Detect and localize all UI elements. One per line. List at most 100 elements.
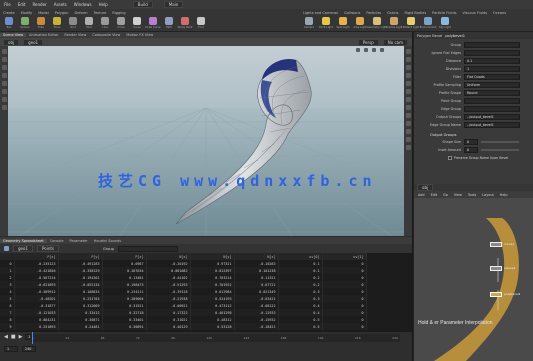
table-row[interactable]: 5 -0.48201 0.231765 0.289004 -0.21938 0.52419… [0,295,367,302]
column-header[interactable]: N[y] [190,253,235,260]
shelf-tab-lights-and-cameras[interactable]: Lights and Cameras [300,11,341,15]
menu-windows[interactable]: Windows [74,2,92,7]
param-field[interactable] [464,98,520,104]
pane-tab-console[interactable]: Console [47,239,67,243]
table-row[interactable]: 4 -0.589912 0.108834 0.234111 -0.39128 0.6129… [0,288,367,295]
pane-tab-animation-editor[interactable]: Animation Editor [26,33,61,37]
pane-tab-motion-fx-view[interactable]: Motion FX View [123,33,156,37]
shelf-tab-create[interactable]: Create [0,11,18,15]
snap-icon[interactable] [405,73,411,78]
shelf-tool-distant-light[interactable]: Distant Light [403,16,419,30]
shelf-tool-curve[interactable]: Curve [130,16,144,30]
end-frame-field[interactable]: 240 [22,346,36,352]
shelf-tool-volume-light[interactable]: Volume Light [386,16,402,30]
timeline-ruler[interactable]: 124487296120144168192216240 [30,334,400,342]
shelf-tab-texture[interactable]: Texture [91,11,110,15]
param-field[interactable]: ../output_bevel1 [464,114,520,120]
param-field[interactable]: Round [464,90,520,96]
node-name-label[interactable]: polybevel1 [445,34,465,38]
shelf-tab-viscous-fluids[interactable]: Viscous Fluids [459,11,490,15]
pane-tab-scene-view[interactable]: Scene View [0,33,27,37]
pane-tab-parameter[interactable]: Parameter [67,239,91,243]
column-header[interactable] [0,253,15,260]
shelf-tool-grid[interactable]: Grid [66,16,80,30]
select-icon[interactable] [1,49,7,54]
viewport-context-path[interactable]: obj [3,38,20,46]
point-numbers-icon[interactable] [405,137,411,142]
shelf-tool-spray-paint[interactable]: Spray Paint [178,16,192,30]
column-header[interactable]: N[z] [234,253,279,260]
table-row[interactable]: 9 0.251893 0.24481 0.30891 0.40129 0.53128 -0.… [0,323,367,330]
shelf-tool-geometry-light[interactable]: Geometry Light [367,16,387,30]
network-node-sweep1[interactable]: sweep1 [490,266,516,271]
param-section-header[interactable]: Output Groups [414,131,533,138]
template-icon[interactable] [405,121,411,126]
shelf-tool-null[interactable]: Null [82,16,96,30]
start-frame-field[interactable]: 1 [4,346,18,352]
preserve-group-checkbox-row[interactable]: Preserve Group Name Upon Bevel [414,154,533,161]
ghost-icon[interactable] [405,65,411,70]
play-back-icon[interactable]: ◀ [4,334,8,340]
geometry-spreadsheet[interactable]: P[x] P[y] P[z] N[x] N[y] N[z] uv[0] uv[1] 0 -0.2… [0,253,412,331]
shelf-tab-model[interactable]: Model [35,11,52,15]
shelf-tab-oceans[interactable]: Oceans [490,11,509,15]
shelf-tool-box[interactable]: Box [2,16,16,30]
shelf-tool-point-light[interactable]: Point Light [319,16,333,30]
menu-render[interactable]: Render [32,2,46,7]
column-header[interactable]: P[z] [102,253,147,260]
normals-icon[interactable] [405,145,411,150]
shelf-tab-grains[interactable]: Grains [384,11,401,15]
view-grid-icon[interactable] [356,48,360,52]
viewport-canvas[interactable] [0,32,412,236]
shelf-tool-draw-curve[interactable]: Draw Curve [145,16,161,30]
menu-assets[interactable]: Assets [54,2,67,7]
timeline-cursor[interactable] [32,332,33,344]
param-field[interactable] [464,50,520,56]
param-field[interactable] [464,42,520,48]
table-row[interactable]: 6 -0.31877 0.312009 0.31521 -0.00921 0.473112… [0,302,367,309]
shelf-tab-deform[interactable]: Deform [72,11,91,15]
shelf-tool-spot-light[interactable]: Spot Light [336,16,350,30]
display-options-icon[interactable] [405,97,411,102]
desktop-layout-selector[interactable]: Main [163,1,184,8]
pane-tab-houdini-sounds[interactable]: Houdini Sounds [91,239,124,243]
view-camera-icon[interactable] [364,48,368,52]
viewport-node-path[interactable]: geo1 [23,38,44,46]
network-menu-add[interactable]: Add [418,193,425,197]
param-slider[interactable] [481,141,519,143]
menu-help[interactable]: Help [99,2,108,7]
network-canvas[interactable]: curve1 sweep1 polybevel1 [414,198,533,361]
view-lighting-icon[interactable] [380,48,384,52]
column-header[interactable]: uv[0] [278,253,323,260]
shelf-tool-torus[interactable]: Torus [50,16,64,30]
pane-tab-geometry-spreadsheet[interactable]: Geometry Spreadsheet [0,238,47,243]
shelf-tool-camera[interactable]: Camera [302,16,316,30]
param-scalar-field[interactable]: 0 [464,139,478,145]
network-menu-help[interactable]: Help [500,193,508,197]
table-row[interactable]: 0 -0.235123 -0.491283 0.0987 -0.20192 0.97321… [0,260,367,267]
viewport-camera-menu[interactable]: Persp [357,38,379,46]
network-menu-edit[interactable]: Edit [431,193,438,197]
shelf-tool-line[interactable]: Line [98,16,112,30]
shelf-tab-particles[interactable]: Particles [363,11,384,15]
wireframe-icon[interactable] [405,49,411,54]
shelf-tool-path[interactable]: Path [162,16,176,30]
network-path[interactable]: obj [417,184,434,191]
table-row[interactable]: 2 -0.567214 -0.194301 0.13481 -0.44102 0.7632… [0,274,367,281]
scene-viewport[interactable] [0,32,412,236]
param-field[interactable]: Flat Quads [464,74,520,80]
background-icon[interactable] [405,89,411,94]
view-icon[interactable] [1,97,7,102]
shelf-tab-rigging[interactable]: Rigging [109,11,128,15]
shelf-tab-collisions[interactable]: Collisions [341,11,363,15]
spreadsheet-view-toggle[interactable]: Points [37,245,60,252]
shelf-tab-modify[interactable]: Modify [18,11,36,15]
shaded-icon[interactable] [405,57,411,62]
brush-icon[interactable] [1,105,7,110]
menu-file[interactable]: File [4,2,11,7]
shelf-tab-polygon[interactable]: Polygon [52,11,72,15]
scale-icon[interactable] [1,73,7,78]
param-slider[interactable] [481,149,519,151]
viewport-view-mode[interactable]: No cam [382,38,408,46]
param-field[interactable]: 1 [464,66,520,72]
